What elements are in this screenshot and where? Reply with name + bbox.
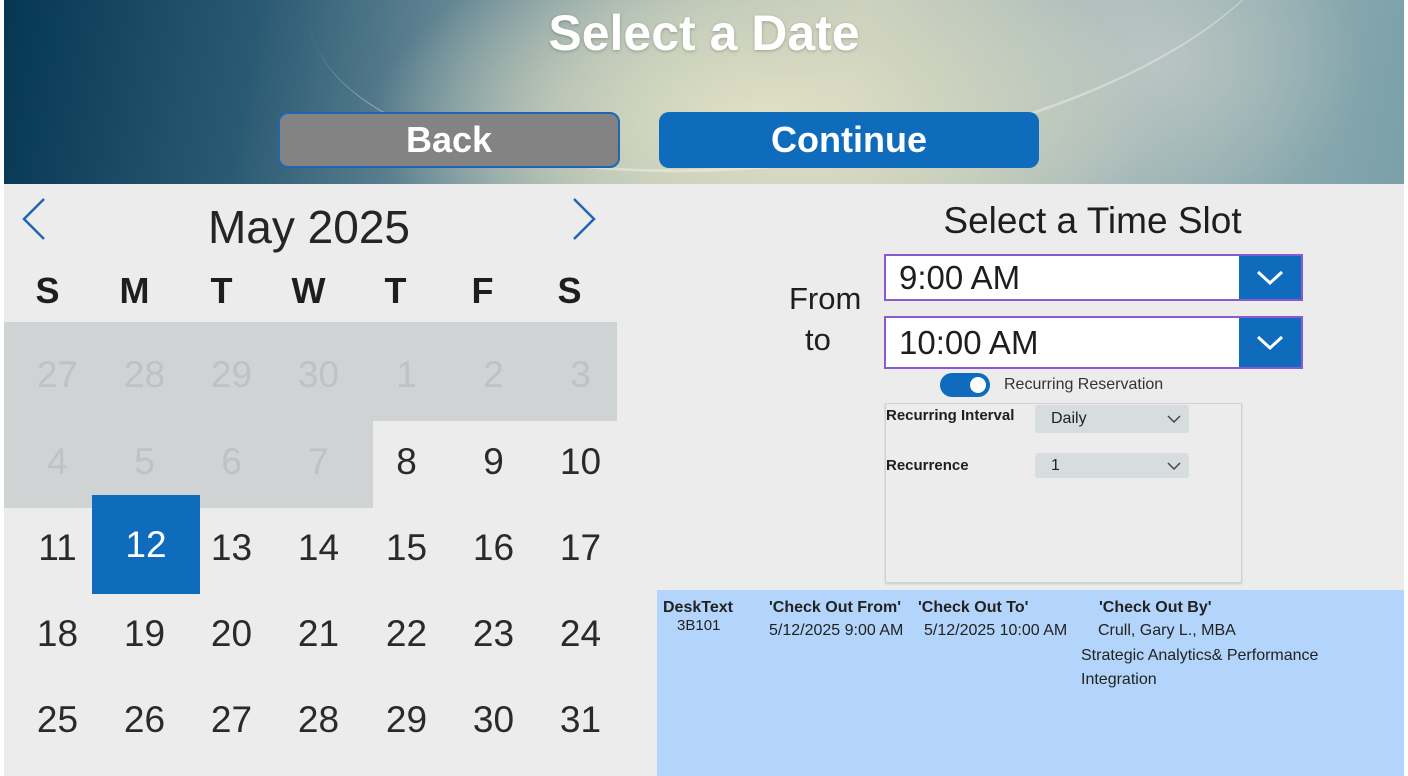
page-title: Select a Date	[548, 5, 860, 61]
calendar-day: 1	[396, 354, 417, 395]
calendar-day[interactable]: 22	[363, 591, 450, 677]
calendar-day[interactable]: 15	[363, 505, 450, 591]
dropdown-button[interactable]	[1239, 318, 1301, 367]
calendar-day[interactable]: 26	[101, 677, 188, 763]
from-time-value: 9:00 AM	[899, 258, 1021, 296]
from-label: From	[789, 281, 862, 316]
calendar-day[interactable]: 8	[363, 419, 450, 505]
calendar-day: 5	[134, 441, 155, 482]
calendar-day[interactable]: 11	[14, 505, 101, 591]
calendar-day: 4	[47, 441, 68, 482]
weekday-thursday: T	[384, 270, 407, 311]
continue-button[interactable]: Continue	[659, 112, 1039, 168]
check-out-to-header: 'Check Out To'	[918, 599, 1029, 616]
recurring-interval-dropdown[interactable]: Daily	[1035, 405, 1189, 433]
calendar-day[interactable]: 27	[188, 677, 275, 763]
recurring-interval-label: Recurring Interval	[886, 407, 1015, 424]
calendar-day[interactable]: 28	[275, 677, 362, 763]
calendar-day[interactable]: 18	[14, 591, 101, 677]
check-out-to-value: 5/12/2025 10:00 AM	[924, 622, 1068, 639]
month-title: May 2025	[207, 201, 410, 253]
calendar-day: 30	[297, 354, 340, 395]
calendar-day[interactable]: 9	[450, 419, 537, 505]
calendar-day: 27	[36, 354, 79, 395]
weekday-saturday: S	[557, 270, 582, 311]
calendar-day[interactable]: 13	[188, 505, 275, 591]
calendar-day[interactable]: 23	[450, 591, 537, 677]
calendar-day: 2	[483, 354, 504, 395]
chevron-down-icon	[1256, 335, 1284, 350]
calendar-day[interactable]: 25	[14, 677, 101, 763]
desk-value: 3B101	[677, 617, 721, 634]
calendar-day: 6	[221, 441, 242, 482]
to-time-dropdown[interactable]: 10:00 AM	[884, 316, 1303, 369]
from-time-dropdown[interactable]: 9:00 AM	[884, 254, 1303, 301]
calendar-day[interactable]: 10	[537, 419, 624, 505]
recurrence-value: 1	[1051, 456, 1060, 474]
chevron-down-icon	[1256, 270, 1284, 285]
calendar-day-selected[interactable]: 12	[92, 495, 200, 594]
weekday-sunday: S	[35, 270, 60, 311]
calendar-day: 28	[123, 354, 166, 395]
calendar-day[interactable]: 29	[363, 677, 450, 763]
calendar-day: 7	[308, 441, 329, 482]
weekday-friday: F	[471, 270, 494, 311]
chevron-down-icon	[1167, 461, 1181, 470]
dropdown-button[interactable]	[1239, 256, 1301, 299]
calendar-day[interactable]: 31	[537, 677, 624, 763]
calendar-day: 29	[210, 354, 253, 395]
check-out-by-department: Strategic Analytics& Performance	[1081, 647, 1319, 664]
to-time-value: 10:00 AM	[899, 323, 1039, 361]
toggle-knob	[970, 377, 986, 393]
calendar-day[interactable]: 24	[537, 591, 624, 677]
weekday-wednesday: W	[291, 270, 326, 311]
calendar-day[interactable]: 19	[101, 591, 188, 677]
recurring-toggle-label: Recurring Reservation	[1004, 376, 1164, 393]
check-out-from-value: 5/12/2025 9:00 AM	[769, 622, 904, 639]
time-slot-title: Select a Time Slot	[943, 200, 1242, 241]
window-edge	[1404, 184, 1408, 776]
recurrence-dropdown[interactable]: 1	[1035, 453, 1189, 478]
prev-month-button[interactable]	[20, 196, 50, 242]
check-out-by-header: 'Check Out By'	[1099, 599, 1212, 616]
calendar-day[interactable]: 30	[450, 677, 537, 763]
chevron-left-icon	[22, 198, 45, 240]
to-label: to	[805, 322, 831, 357]
check-out-by-department: Integration	[1081, 671, 1157, 688]
reservation-result-panel	[657, 590, 1404, 776]
next-month-button[interactable]	[568, 196, 598, 242]
calendar-day: 3	[570, 354, 591, 395]
back-button[interactable]: Back	[278, 112, 620, 168]
recurring-toggle[interactable]	[940, 373, 990, 397]
desk-header: DeskText	[663, 599, 733, 616]
calendar-day[interactable]: 14	[275, 505, 362, 591]
weekday-tuesday: T	[210, 270, 233, 311]
recurrence-label: Recurrence	[886, 457, 969, 474]
calendar-day[interactable]: 21	[275, 591, 362, 677]
chevron-down-icon	[1167, 415, 1181, 424]
calendar-day[interactable]: 17	[537, 505, 624, 591]
check-out-from-header: 'Check Out From'	[769, 599, 902, 616]
calendar-day[interactable]: 16	[450, 505, 537, 591]
calendar-day[interactable]: 20	[188, 591, 275, 677]
header-banner: Select a Date Back Continue	[4, 0, 1404, 184]
weekday-monday: M	[119, 270, 150, 311]
chevron-right-icon	[573, 198, 596, 240]
recurring-interval-value: Daily	[1051, 410, 1087, 427]
check-out-by-name: Crull, Gary L., MBA	[1098, 622, 1236, 639]
